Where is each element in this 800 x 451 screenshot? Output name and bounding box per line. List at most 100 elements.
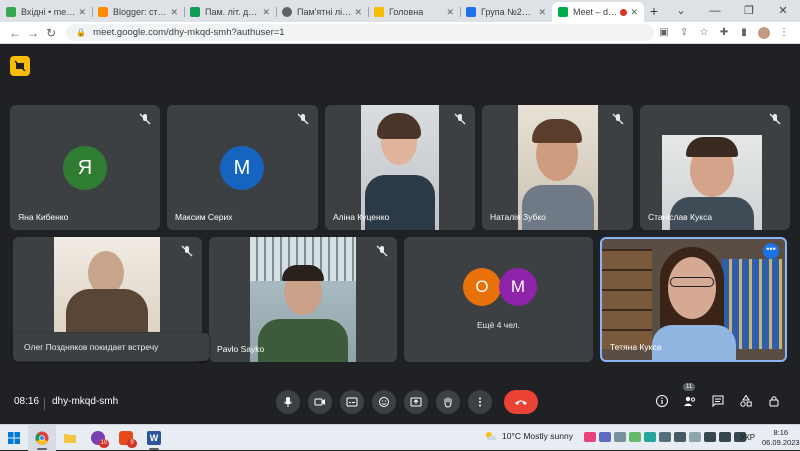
tab-group[interactable]: Група №22(2023✕	[460, 2, 552, 22]
participant-tile[interactable]: Pavlo Sayko	[209, 237, 397, 362]
bluetooth-icon[interactable]	[689, 432, 701, 442]
avatar: Я	[63, 146, 107, 190]
tray-icon[interactable]	[644, 432, 656, 442]
battery-icon[interactable]	[704, 432, 716, 442]
microphone-button[interactable]	[276, 390, 300, 414]
camera-icon	[314, 398, 325, 406]
taskbar-explorer[interactable]	[56, 425, 84, 451]
close-icon[interactable]: ✕	[78, 7, 86, 18]
participant-name: Тетяна Кукса	[610, 342, 662, 352]
tab-home[interactable]: Головна ✕	[368, 2, 460, 22]
participant-name: Аліна Куценко	[333, 212, 390, 222]
close-icon[interactable]: ✕	[446, 7, 454, 18]
chat-button[interactable]	[704, 394, 732, 410]
raise-hand-button[interactable]	[436, 390, 460, 414]
url-field[interactable]: 🔒 meet.google.com/dhy-mkqd-smh?authuser=…	[66, 24, 655, 41]
chevron-down-icon[interactable]: ⌄	[664, 0, 698, 22]
mic-off-icon	[139, 113, 151, 125]
captions-icon	[346, 397, 358, 407]
present-screen-icon	[410, 397, 422, 407]
host-controls-button[interactable]	[760, 394, 788, 410]
tray-icon[interactable]	[614, 432, 626, 442]
meeting-info-button[interactable]	[648, 394, 676, 410]
taskbar-app-3[interactable]: 10	[84, 425, 112, 451]
close-icon[interactable]: ✕	[630, 7, 638, 18]
mic-off-icon	[454, 113, 466, 125]
notification-toast: Олег Поздняков покидает встречу	[13, 333, 209, 361]
emoji-icon	[379, 397, 389, 407]
back-icon[interactable]: ←	[6, 26, 24, 40]
new-tab-button[interactable]: +	[644, 2, 664, 22]
menu-icon[interactable]: ⋮	[774, 27, 794, 39]
tray-icon[interactable]	[659, 432, 671, 442]
others-tile[interactable]: О М Ещё 4 чел.	[404, 237, 593, 362]
close-icon[interactable]: ✕	[354, 7, 362, 18]
people-button[interactable]: 11	[676, 383, 704, 410]
participant-tile[interactable]: Наталія Зубко	[482, 105, 633, 230]
taskbar-app-4[interactable]: 9	[112, 425, 140, 451]
host-controls-icon[interactable]	[10, 56, 30, 76]
others-label: Ещё 4 чел.	[476, 320, 521, 330]
star-icon[interactable]: ☆	[694, 27, 714, 39]
video-feed	[54, 237, 160, 332]
tray-icon[interactable]	[584, 432, 596, 442]
mic-off-icon	[297, 113, 309, 125]
host-lock-icon	[769, 396, 779, 407]
system-clock[interactable]: 8:16 06.09.2023	[762, 428, 800, 448]
close-icon[interactable]: ✕	[538, 7, 546, 18]
activities-button[interactable]	[732, 394, 760, 410]
meeting-time: 08:16	[14, 396, 40, 407]
reactions-button[interactable]	[372, 390, 396, 414]
restore-icon[interactable]: ❐	[732, 0, 766, 22]
tab-literature[interactable]: Пам'ятні літерату✕	[276, 2, 368, 22]
taskbar-chrome[interactable]	[28, 424, 56, 451]
extensions-icon[interactable]: ✚	[714, 27, 734, 39]
close-icon[interactable]: ✕	[170, 7, 178, 18]
reload-icon[interactable]: ↻	[42, 26, 60, 40]
participant-tile[interactable]: М Максим Серих	[167, 105, 318, 230]
tab-blogger[interactable]: Blogger: сторінк✕	[92, 2, 184, 22]
minimize-icon[interactable]: —	[698, 0, 732, 22]
windows-start-icon[interactable]	[0, 425, 28, 451]
meet-stage: Я Яна Кибенко М Максим Серих Аліна Куцен…	[0, 44, 800, 424]
clock-date: 06.09.2023	[762, 438, 800, 447]
self-tile[interactable]: ••• Тетяна Кукса	[600, 237, 787, 362]
weather-icon	[486, 432, 497, 440]
weather-widget[interactable]: 10°C Mostly sunny	[484, 430, 573, 442]
sidepanel-icon[interactable]: ▮	[734, 27, 754, 39]
forward-icon[interactable]: →	[24, 26, 42, 40]
close-window-icon[interactable]: ✕	[766, 0, 800, 22]
drive-icon	[190, 7, 200, 17]
wifi-icon[interactable]	[719, 432, 731, 442]
address-bar: ← → ↻ 🔒 meet.google.com/dhy-mkqd-smh?aut…	[0, 22, 800, 44]
leave-call-button[interactable]	[504, 390, 538, 414]
participant-tile[interactable]: Станіслав Кукса	[640, 105, 790, 230]
participant-tile[interactable]: Аліна Куценко	[325, 105, 475, 230]
center-controls	[276, 390, 546, 414]
chevron-up-icon[interactable]	[674, 432, 686, 442]
tray-icon[interactable]	[629, 432, 641, 442]
tray-icon[interactable]	[599, 432, 611, 442]
captions-button[interactable]	[340, 390, 364, 414]
camera-icon[interactable]: ▣	[654, 27, 674, 39]
input-language[interactable]: УКР	[740, 433, 755, 442]
participant-tile[interactable]: Я Яна Кибенко	[10, 105, 160, 230]
camera-button[interactable]	[308, 390, 332, 414]
tab-gmail[interactable]: Вхідні • mediaom✕	[0, 2, 92, 22]
tab-sheets[interactable]: Пам. літ. дати_20✕	[184, 2, 276, 22]
share-icon[interactable]: ⇪	[674, 27, 694, 39]
close-icon[interactable]: ✕	[262, 7, 270, 18]
globe-icon	[282, 7, 292, 17]
participant-name: Pavlo Sayko	[217, 344, 265, 354]
present-button[interactable]	[404, 390, 428, 414]
taskbar-word[interactable]: W	[140, 425, 168, 451]
browser-tab-strip: Вхідні • mediaom✕ Blogger: сторінк✕ Пам.…	[0, 0, 800, 22]
gmail-icon	[6, 7, 16, 17]
clock-time: 8:16	[773, 428, 789, 437]
weather-text: 10°C Mostly sunny	[502, 431, 573, 441]
more-options-icon[interactable]: •••	[763, 243, 779, 259]
tab-meet[interactable]: Meet – dhy- ✕	[552, 2, 644, 22]
more-options-button[interactable]	[468, 390, 492, 414]
profile-avatar[interactable]	[758, 26, 771, 39]
avatar: О	[463, 268, 501, 306]
